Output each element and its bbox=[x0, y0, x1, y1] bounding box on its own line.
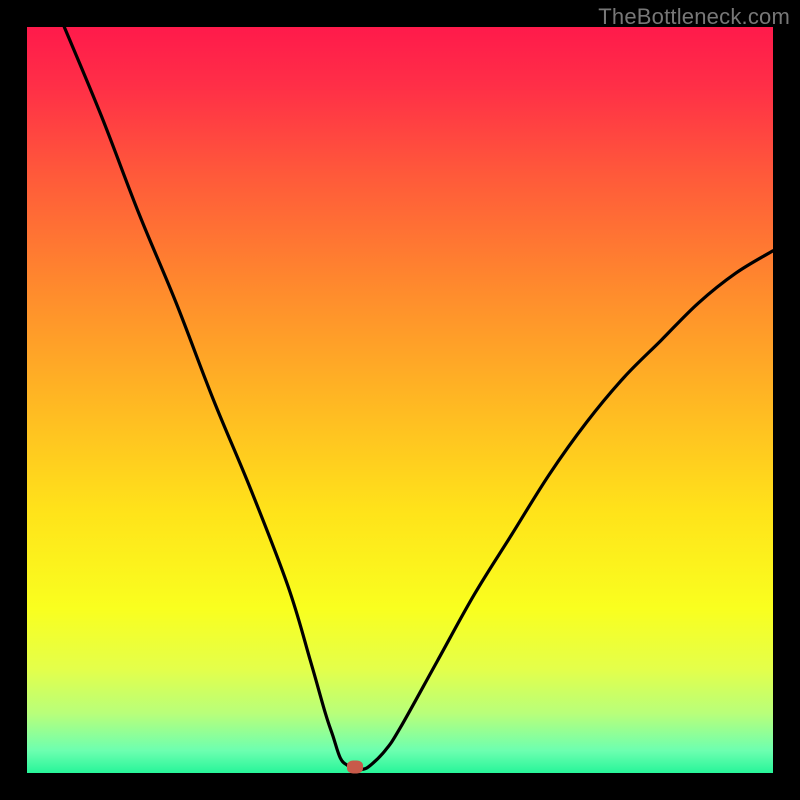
bottleneck-curve bbox=[27, 27, 773, 773]
optimal-point-marker bbox=[347, 761, 363, 774]
chart-frame: TheBottleneck.com bbox=[0, 0, 800, 800]
plot-area bbox=[27, 27, 773, 773]
watermark-text: TheBottleneck.com bbox=[598, 4, 790, 30]
